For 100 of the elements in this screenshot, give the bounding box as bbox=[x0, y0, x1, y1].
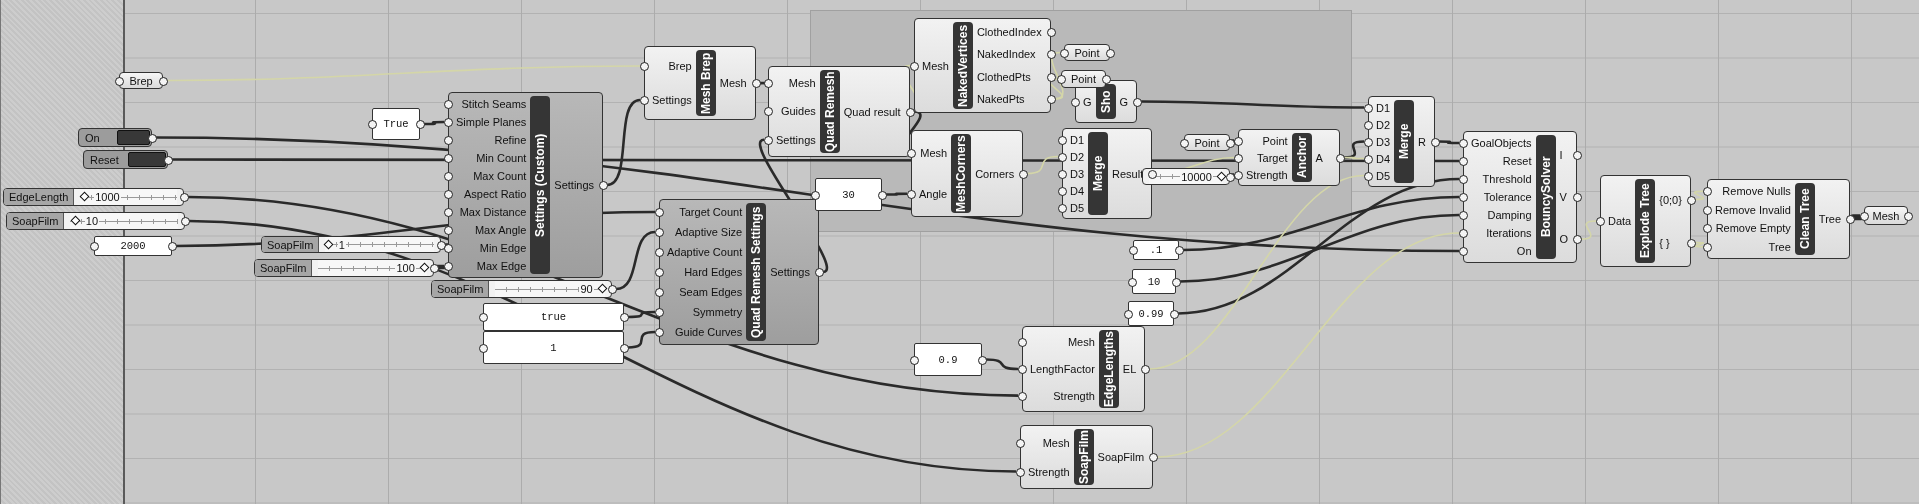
port-grip[interactable] bbox=[878, 190, 887, 200]
port-grip[interactable] bbox=[1128, 277, 1137, 287]
number-slider[interactable]: EdgeLength 1000 bbox=[3, 188, 184, 206]
port-grip[interactable] bbox=[1431, 137, 1440, 147]
port-grip[interactable] bbox=[655, 248, 664, 257]
port-grip[interactable] bbox=[164, 155, 173, 165]
port-grip[interactable] bbox=[620, 313, 629, 322]
value-panel[interactable]: True bbox=[372, 108, 420, 140]
port-grip[interactable] bbox=[1170, 309, 1179, 319]
toggle-box[interactable] bbox=[128, 152, 166, 167]
port-grip[interactable] bbox=[1596, 217, 1605, 226]
slider-track[interactable]: 10 bbox=[70, 213, 178, 229]
port-grip[interactable] bbox=[1124, 309, 1133, 319]
port-grip[interactable] bbox=[655, 288, 664, 297]
port-grip[interactable] bbox=[1172, 277, 1181, 287]
port-grip[interactable] bbox=[1129, 246, 1138, 255]
port-grip[interactable] bbox=[368, 120, 377, 129]
slider-track[interactable]: 1000 bbox=[80, 189, 177, 205]
port-grip[interactable] bbox=[640, 96, 649, 105]
port-grip[interactable] bbox=[1016, 438, 1025, 448]
port-grip[interactable] bbox=[159, 76, 168, 86]
port-grip[interactable] bbox=[811, 190, 820, 200]
port-grip[interactable] bbox=[905, 107, 915, 117]
port-grip[interactable] bbox=[1106, 48, 1115, 58]
port-grip[interactable] bbox=[479, 313, 488, 322]
port-grip[interactable] bbox=[655, 328, 664, 337]
value-panel[interactable]: true bbox=[483, 303, 624, 331]
port-grip[interactable] bbox=[181, 217, 190, 226]
slider-thumb[interactable] bbox=[597, 283, 608, 294]
param-node[interactable]: Brep bbox=[119, 72, 163, 89]
port-grip[interactable] bbox=[1071, 97, 1080, 107]
port-grip[interactable] bbox=[910, 61, 919, 71]
value-panel[interactable]: 30 bbox=[815, 178, 882, 211]
port-grip[interactable] bbox=[978, 355, 987, 365]
boolean-toggle[interactable]: On bbox=[78, 128, 152, 147]
port-grip[interactable] bbox=[1180, 138, 1189, 148]
slider-track[interactable]: 90 bbox=[495, 281, 605, 297]
slider-thumb[interactable] bbox=[419, 262, 430, 273]
slider-thumb[interactable] bbox=[79, 191, 90, 202]
port-grip[interactable] bbox=[655, 308, 664, 317]
param-node[interactable]: Point bbox=[1061, 70, 1106, 88]
param-node[interactable]: Mesh bbox=[1864, 206, 1908, 225]
port-grip[interactable] bbox=[599, 181, 609, 190]
number-slider[interactable]: SoapFilm 100 bbox=[254, 259, 434, 277]
number-slider[interactable]: SoapFilm 1 bbox=[261, 236, 441, 253]
value-panel[interactable]: 2000 bbox=[94, 236, 172, 256]
port-grip[interactable] bbox=[655, 208, 664, 217]
port-grip[interactable] bbox=[1148, 169, 1158, 179]
number-slider[interactable]: SoapFilm 90 bbox=[431, 280, 612, 298]
boolean-toggle[interactable]: Reset bbox=[83, 150, 168, 169]
port-grip[interactable] bbox=[1573, 193, 1583, 202]
value-panel[interactable]: .1 bbox=[1133, 240, 1179, 260]
port-grip[interactable] bbox=[479, 343, 488, 353]
port-grip[interactable] bbox=[115, 76, 124, 86]
port-grip[interactable] bbox=[1573, 151, 1583, 160]
port-grip[interactable] bbox=[1018, 338, 1027, 348]
port-grip[interactable] bbox=[1573, 235, 1583, 244]
port-grip[interactable] bbox=[608, 285, 617, 294]
port-grip[interactable] bbox=[907, 189, 916, 199]
port-grip[interactable] bbox=[764, 135, 773, 145]
port-grip[interactable] bbox=[1016, 467, 1025, 477]
wire bbox=[1580, 220, 1597, 240]
value-panel[interactable]: 1 bbox=[483, 331, 624, 364]
slider-thumb[interactable] bbox=[323, 239, 334, 249]
port-grip[interactable] bbox=[168, 242, 177, 251]
port-grip[interactable] bbox=[1149, 453, 1159, 462]
port-grip[interactable] bbox=[1904, 211, 1913, 221]
port-grip[interactable] bbox=[1336, 153, 1345, 163]
slider-thumb[interactable] bbox=[70, 215, 81, 226]
port-grip[interactable] bbox=[620, 343, 629, 353]
value-panel[interactable]: 0.99 bbox=[1128, 301, 1174, 326]
port-grip[interactable] bbox=[1018, 391, 1027, 401]
port-grip[interactable] bbox=[1018, 365, 1027, 374]
port-grip[interactable] bbox=[1141, 365, 1151, 374]
slider-track[interactable]: 100 bbox=[318, 260, 427, 276]
port-grip[interactable] bbox=[180, 193, 189, 202]
slider-track[interactable]: 1 bbox=[325, 237, 434, 252]
port-grip[interactable] bbox=[90, 242, 99, 251]
toggle-box[interactable] bbox=[117, 130, 150, 145]
port-grip[interactable] bbox=[1133, 97, 1143, 107]
param-node[interactable]: Point bbox=[1184, 134, 1230, 151]
port-grip[interactable] bbox=[910, 355, 919, 365]
value-panel[interactable]: 0.9 bbox=[914, 343, 982, 376]
port-grip[interactable] bbox=[655, 268, 664, 277]
port-grip[interactable] bbox=[814, 268, 824, 277]
port-grip[interactable] bbox=[1019, 169, 1029, 179]
port-grip[interactable] bbox=[1102, 75, 1111, 84]
number-slider[interactable]: SoapFilm 10 bbox=[6, 212, 185, 230]
port-grip[interactable] bbox=[148, 133, 157, 143]
param-node[interactable]: Point bbox=[1064, 44, 1110, 61]
number-slider[interactable]: 10000 bbox=[1142, 168, 1230, 185]
wire bbox=[1693, 190, 1705, 201]
slider-thumb[interactable] bbox=[1216, 171, 1227, 181]
port-grip[interactable] bbox=[640, 62, 649, 71]
port-grip[interactable] bbox=[416, 120, 425, 129]
port-grip[interactable] bbox=[655, 228, 664, 237]
port-grip[interactable] bbox=[907, 149, 916, 159]
port-grip[interactable] bbox=[1175, 246, 1184, 255]
value-panel[interactable]: 10 bbox=[1132, 269, 1176, 294]
port-grip[interactable] bbox=[764, 107, 773, 117]
